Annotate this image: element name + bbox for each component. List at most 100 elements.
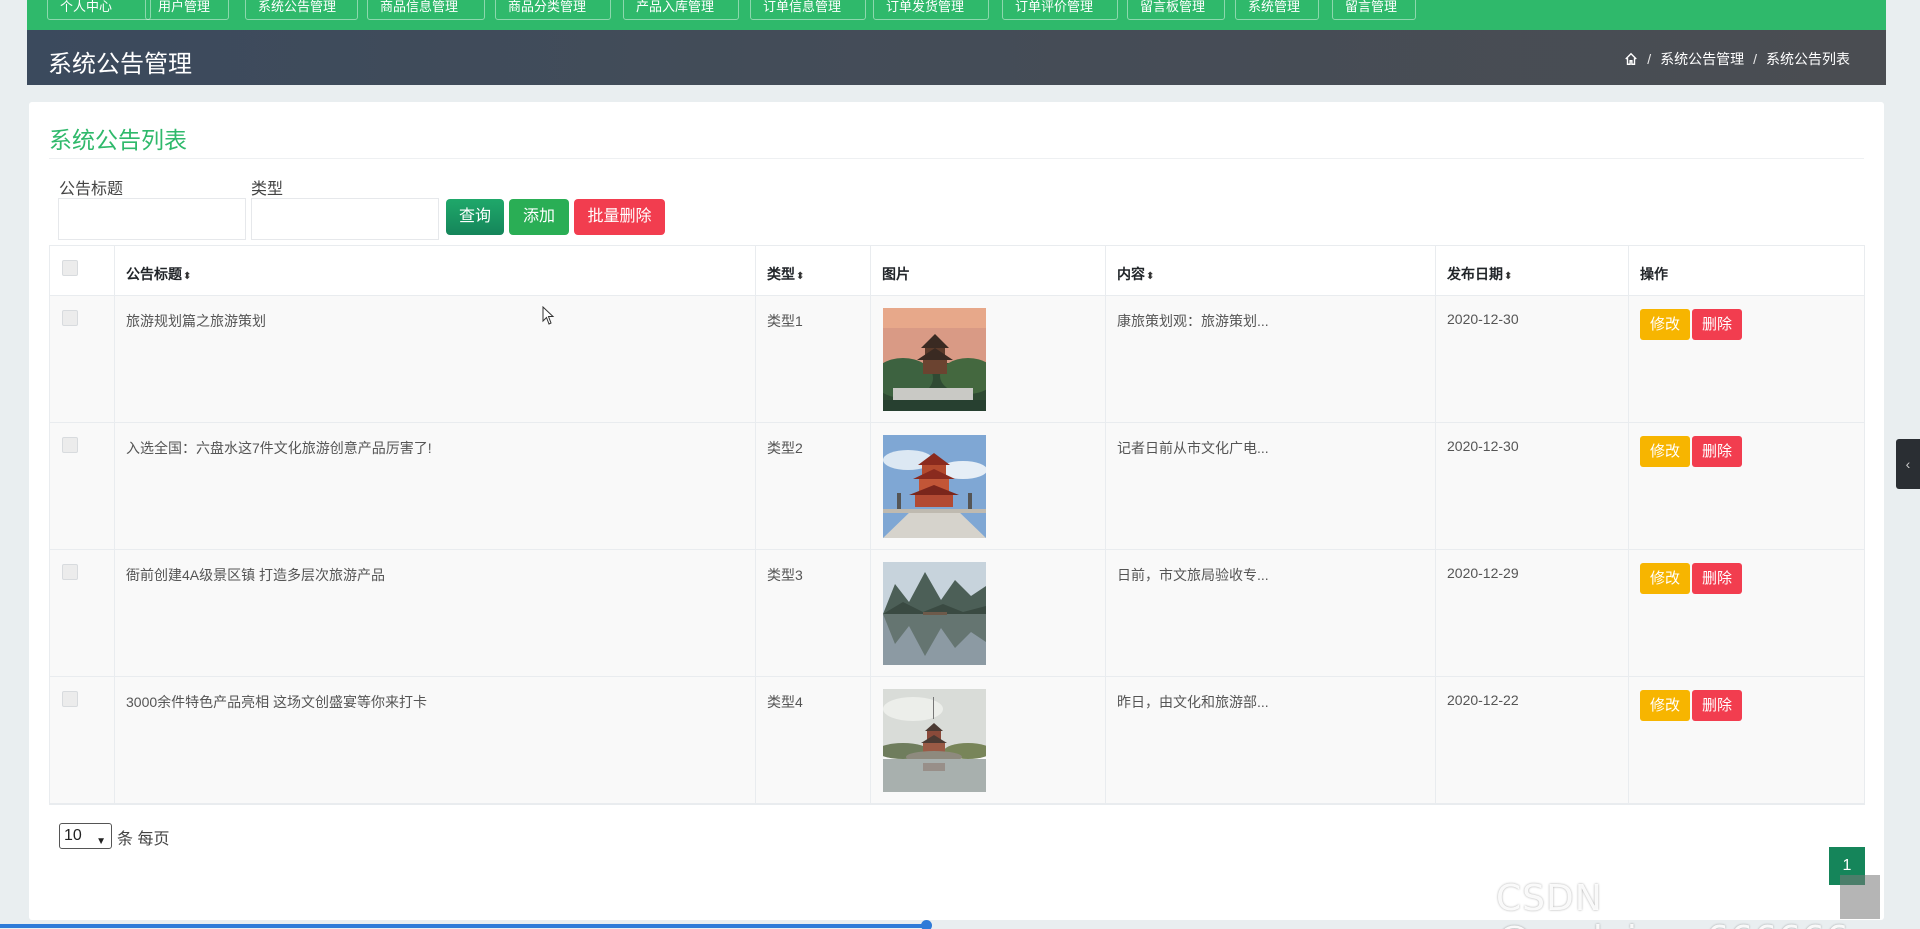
- title-cell: 入选全国：六盘水这7件文化旅游创意产品厉害了!: [115, 423, 756, 549]
- content-cell: 昨日，由文化和旅游部...: [1106, 677, 1436, 803]
- nav-item-order-review[interactable]: 订单评价管理: [1002, 0, 1118, 20]
- actions-cell: 修改 删除: [1629, 423, 1866, 549]
- actions-cell: 修改 删除: [1629, 296, 1866, 422]
- actions-cell: 修改 删除: [1629, 677, 1866, 803]
- date-cell: 2020-12-29: [1436, 550, 1629, 676]
- edit-button[interactable]: 修改: [1640, 436, 1690, 467]
- column-header-content[interactable]: 内容⬍: [1106, 246, 1436, 295]
- watermark: CSDN @nodejava666666: [1496, 878, 1849, 929]
- nav-item-announcement-management[interactable]: 系统公告管理: [245, 0, 358, 20]
- breadcrumb: / 系统公告管理 / 系统公告列表: [1624, 49, 1850, 69]
- type-cell: 类型4: [756, 677, 871, 803]
- per-page-label: 条 每页: [117, 831, 170, 848]
- nav-item-order-shipping[interactable]: 订单发货管理: [873, 0, 989, 20]
- column-header-actions: 操作: [1640, 266, 1668, 282]
- content-cell: 记者日前从市文化广电...: [1106, 423, 1436, 549]
- add-button[interactable]: 添加: [509, 199, 569, 235]
- table-row: 入选全国：六盘水这7件文化旅游创意产品厉害了! 类型2 记者日前从市文化广电..…: [50, 423, 1864, 550]
- nav-item-system[interactable]: 系统管理: [1235, 0, 1319, 20]
- row-checkbox[interactable]: [62, 310, 78, 326]
- mouse-cursor-icon: [542, 306, 555, 325]
- card-title: 系统公告列表: [49, 127, 187, 153]
- date-cell: 2020-12-30: [1436, 423, 1629, 549]
- nav-item-order-info[interactable]: 订单信息管理: [750, 0, 866, 20]
- video-progress-bar[interactable]: [0, 924, 927, 928]
- island-pavilion-image[interactable]: [883, 689, 986, 792]
- title-cell: 旅游规划篇之旅游策划: [115, 296, 756, 422]
- delete-button[interactable]: 删除: [1692, 309, 1742, 340]
- title-cell: 衙前创建4A级景区镇 打造多层次旅游产品: [115, 550, 756, 676]
- home-icon[interactable]: [1624, 52, 1638, 66]
- sort-icon[interactable]: ⬍: [796, 271, 804, 282]
- type-cell: 类型2: [756, 423, 871, 549]
- title-filter-input[interactable]: [58, 198, 246, 240]
- row-select-cell: [50, 423, 115, 549]
- image-cell: [871, 677, 1106, 803]
- type-filter-input[interactable]: [251, 198, 439, 240]
- title-cell: 3000余件特色产品亮相 这场文创盛宴等你来打卡: [115, 677, 756, 803]
- select-all-checkbox[interactable]: [62, 260, 78, 276]
- page-header: 系统公告管理 / 系统公告管理 / 系统公告列表: [27, 30, 1886, 85]
- row-select-cell: [50, 550, 115, 676]
- content-cell: 康旅策划观：旅游策划...: [1106, 296, 1436, 422]
- delete-button[interactable]: 删除: [1692, 563, 1742, 594]
- row-checkbox[interactable]: [62, 437, 78, 453]
- nav-item-personal-center[interactable]: 个人中心: [47, 0, 151, 20]
- column-header-date[interactable]: 发布日期⬍: [1436, 246, 1629, 295]
- nav-item-product-stock[interactable]: 产品入库管理: [623, 0, 739, 20]
- table-row: 3000余件特色产品亮相 这场文创盛宴等你来打卡 类型4 昨日，由文化和旅游部.…: [50, 677, 1864, 804]
- sort-icon[interactable]: ⬍: [1504, 271, 1512, 282]
- breadcrumb-separator: /: [1647, 51, 1652, 67]
- edit-button[interactable]: 修改: [1640, 690, 1690, 721]
- nav-item-user-management[interactable]: 用户管理: [145, 0, 229, 20]
- page-title: 系统公告管理: [48, 51, 192, 78]
- table-header: 公告标题⬍ 类型⬍ 图片 内容⬍ 发布日期⬍ 操作: [50, 246, 1864, 296]
- side-panel-toggle[interactable]: ‹: [1896, 439, 1920, 489]
- sort-icon[interactable]: ⬍: [1146, 271, 1154, 282]
- row-select-cell: [50, 677, 115, 803]
- progress-handle[interactable]: [921, 920, 932, 929]
- type-filter-label: 类型: [251, 181, 284, 198]
- announcement-table: 公告标题⬍ 类型⬍ 图片 内容⬍ 发布日期⬍ 操作 旅游规划篇之旅游策划 类型1: [49, 245, 1865, 805]
- chevron-left-icon: ‹: [1905, 456, 1911, 472]
- image-cell: [871, 423, 1106, 549]
- delete-button[interactable]: 删除: [1692, 690, 1742, 721]
- type-cell: 类型3: [756, 550, 871, 676]
- divider: [49, 158, 1864, 159]
- edit-button[interactable]: 修改: [1640, 563, 1690, 594]
- row-checkbox[interactable]: [62, 564, 78, 580]
- column-header-title[interactable]: 公告标题⬍: [115, 246, 756, 295]
- table-row: 衙前创建4A级景区镇 打造多层次旅游产品 类型3 日前，市文旅局验收专... 2…: [50, 550, 1864, 677]
- select-all-cell: [50, 246, 115, 295]
- main-card: 系统公告列表 公告标题 类型 查询 添加 批量删除 公告标题⬍ 类型⬍ 图片 内…: [29, 102, 1884, 920]
- breadcrumb-item-current: 系统公告列表: [1766, 51, 1850, 67]
- column-header-type[interactable]: 类型⬍: [756, 246, 871, 295]
- mountain-lake-image[interactable]: [883, 562, 986, 665]
- nav-item-product-info[interactable]: 商品信息管理: [367, 0, 485, 20]
- query-button[interactable]: 查询: [446, 199, 504, 235]
- edit-button[interactable]: 修改: [1640, 309, 1690, 340]
- type-cell: 类型1: [756, 296, 871, 422]
- image-cell: [871, 296, 1106, 422]
- breadcrumb-separator: /: [1753, 51, 1757, 67]
- row-checkbox[interactable]: [62, 691, 78, 707]
- nav-item-message-board[interactable]: 留言板管理: [1127, 0, 1225, 20]
- nav-item-product-category[interactable]: 商品分类管理: [495, 0, 611, 20]
- temple-image[interactable]: [883, 435, 986, 538]
- content-cell: 日前，市文旅局验收专...: [1106, 550, 1436, 676]
- breadcrumb-item[interactable]: 系统公告管理: [1660, 49, 1744, 69]
- sort-icon[interactable]: ⬍: [183, 271, 191, 282]
- date-cell: 2020-12-22: [1436, 677, 1629, 803]
- column-header-image: 图片: [871, 246, 1106, 295]
- date-cell: 2020-12-30: [1436, 296, 1629, 422]
- row-select-cell: [50, 296, 115, 422]
- title-filter-label: 公告标题: [59, 181, 124, 198]
- page-size-select[interactable]: 10 ▼: [59, 823, 112, 849]
- chevron-down-icon: ▼: [96, 836, 106, 847]
- image-cell: [871, 550, 1106, 676]
- delete-button[interactable]: 删除: [1692, 436, 1742, 467]
- top-nav: 个人中心 用户管理 系统公告管理 商品信息管理 商品分类管理 产品入库管理 订单…: [27, 0, 1886, 30]
- nav-item-message-management[interactable]: 留言管理: [1332, 0, 1416, 20]
- bulk-delete-button[interactable]: 批量删除: [574, 199, 665, 235]
- pagoda-landscape-image[interactable]: [883, 308, 986, 411]
